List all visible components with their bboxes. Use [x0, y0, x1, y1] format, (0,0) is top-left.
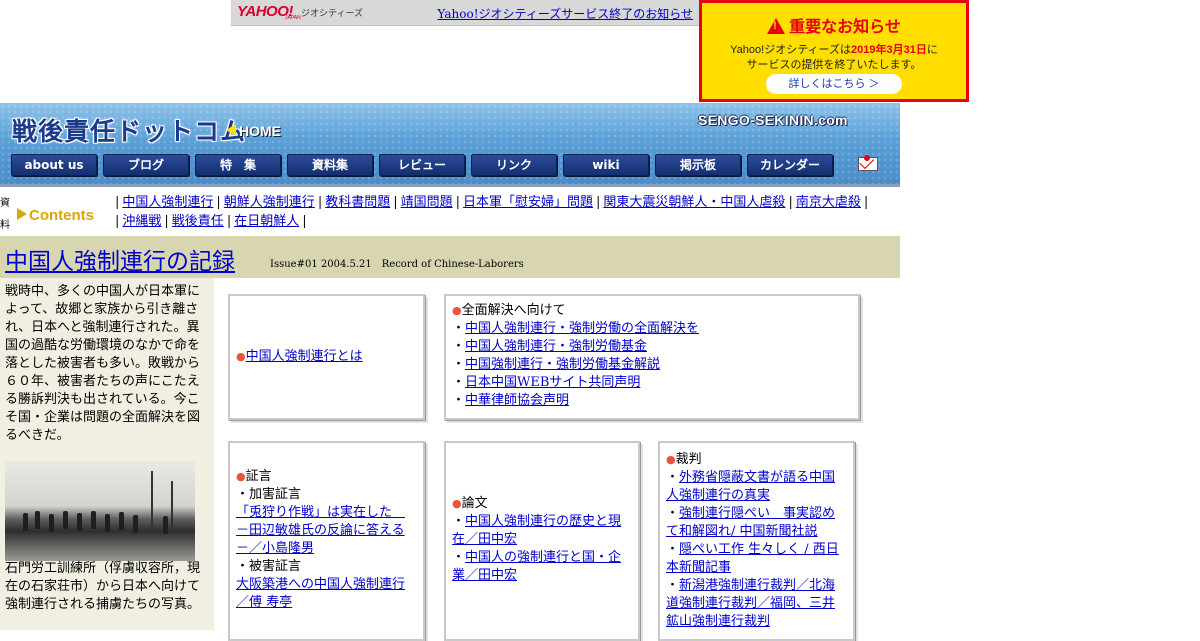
box-resolution: ●全面解決へ向けて ・中国人強制連行・強制労働の全面解決を ・中国人強制連行・強… [444, 294, 860, 420]
contents-link-korean-forced-labor[interactable]: 朝鮮人強制連行 [224, 195, 315, 210]
box-trials: ●裁判 ・外務省隠蔽文書が語る中国人強制連行の真実 ・強制連行隠ぺい 事実認めて… [658, 441, 855, 641]
mail-badge-dot [864, 155, 870, 161]
testimony-link[interactable]: 大阪築港への中国人強制連行／傅 寿亭 [236, 577, 405, 610]
papers-link[interactable]: 中国人強制連行の歴史と現在／田中宏 [452, 514, 621, 547]
nav-blog[interactable]: ブログ [103, 154, 189, 176]
notice-title: 重要なお知らせ [702, 13, 966, 37]
nav-wiki[interactable]: wiki [563, 154, 649, 176]
contents-link-chinese-forced-labor[interactable]: 中国人強制連行 [122, 195, 213, 210]
page-title[interactable]: 中国人強制連行の記録 [5, 242, 235, 276]
service-end-notice-link[interactable]: Yahoo!ジオシティーズサービス終了のお知らせ [437, 5, 693, 22]
papers-heading: 論文 [461, 496, 488, 511]
nav-links[interactable]: リンク [471, 154, 557, 176]
box-papers: ●論文 ・中国人強制連行の歴史と現在／田中宏 ・中国人の強制連行と国・企業／田中… [444, 441, 640, 641]
contents-link-zainichi[interactable]: 在日朝鮮人 [234, 214, 299, 229]
left-column: 戦時中、多くの中国人が日本軍によって、故郷と家族から引き離され、日本へと強制連行… [0, 278, 214, 630]
resolution-link[interactable]: 中国人強制連行・強制労働基金 [465, 339, 647, 354]
site-domain: SENGO-SEKININ.com [698, 112, 848, 128]
contents-link-okinawa[interactable]: 沖縄戦 [122, 214, 161, 229]
historical-photo [5, 461, 195, 561]
trials-link[interactable]: 隠ぺい工作 生々しく / 西日本新聞記事 [666, 542, 839, 575]
about-link[interactable]: 中国人強制連行とは [246, 349, 363, 364]
resolution-link[interactable]: 日本中国WEBサイト共同声明 [465, 375, 640, 390]
important-notice-banner[interactable]: 重要なお知らせ Yahoo!ジオシティーズは2019年3月31日に サービスの提… [699, 0, 969, 102]
notice-details-button[interactable]: 詳しくはこちら ＞ [766, 74, 902, 94]
resolution-link[interactable]: 中華律師協会声明 [465, 393, 569, 408]
contents-link-textbook[interactable]: 教科書問題 [325, 195, 390, 210]
nav-calendar[interactable]: カレンダー [747, 154, 833, 176]
nav-about-us[interactable]: about us [11, 154, 97, 176]
papers-link[interactable]: 中国人の強制連行と国・企業／田中宏 [452, 550, 621, 583]
intro-text: 戦時中、多くの中国人が日本軍によって、故郷と家族から引き離され、日本へと強制連行… [5, 284, 201, 443]
site-header: 戦後責任ドットコム HOME SENGO-SEKININ.com about u… [0, 103, 900, 184]
notice-end-date: 2019年3月31日 [851, 44, 927, 56]
arrow-right-icon [17, 208, 27, 220]
issue-info: Issue#01 2004.5.21 Record of Chinese-Lab… [270, 259, 524, 270]
testimony-sub-victim: 被害証言 [249, 559, 302, 574]
contents-heading: Contents [17, 207, 94, 224]
header-shadow [0, 184, 900, 187]
notice-body: Yahoo!ジオシティーズは2019年3月31日に サービスの提供を終了いたしま… [730, 44, 938, 71]
geocities-service-label: ジオシティーズ [301, 8, 364, 18]
box-testimony: ●証言 ・加害証言 「兎狩り作戦」は実在した －田辺敏雄氏の反論に答える－／小島… [228, 441, 425, 641]
resolution-link[interactable]: 中国人強制連行・強制労働の全面解決を [465, 321, 699, 336]
nav-review[interactable]: レビュー [379, 154, 465, 176]
box-about: ●中国人強制連行とは [228, 294, 425, 420]
photo-caption: 石門労工訓練所（俘虜収容所，現在の石家荘市）から日本へ向けて強制連行される捕虜た… [5, 561, 201, 612]
nav-bbs[interactable]: 掲示板 [655, 154, 741, 176]
title-band: 中国人強制連行の記録 Issue#01 2004.5.21 Record of … [0, 236, 900, 278]
bullet-dot-icon: ● [452, 497, 462, 510]
trials-heading: 裁判 [675, 452, 702, 467]
resolution-heading: 全面解決へ向けて [461, 303, 566, 318]
bullet-dot-icon: ● [236, 350, 246, 363]
contents-link-nanjing[interactable]: 南京大虐殺 [796, 195, 861, 210]
testimony-link[interactable]: 「兎狩り作戦」は実在した －田辺敏雄氏の反論に答える－／小島隆男 [236, 505, 405, 556]
contents-link-postwar-responsibility[interactable]: 戦後責任 [172, 214, 224, 229]
arrow-left-icon [226, 124, 236, 136]
nav-archive[interactable]: 資料集 [287, 154, 373, 176]
bullet-dot-icon: ● [236, 470, 246, 483]
nav-feature[interactable]: 特 集 [195, 154, 281, 176]
warning-icon [767, 18, 786, 34]
contents-link-kanto-massacre[interactable]: 関東大震災朝鮮人・中国人虐殺 [603, 195, 785, 210]
trials-link[interactable]: 外務省隠蔽文書が語る中国人強制連行の真実 [666, 470, 835, 503]
bullet-dot-icon: ● [452, 304, 462, 317]
testimony-sub-perpetrator: 加害証言 [249, 487, 302, 502]
contents-links: | 中国人強制連行 | 朝鮮人強制連行 | 教科書問題 | 靖国問題 | 日本軍「慰安婦」問題 | 関… [115, 195, 869, 229]
resolution-link[interactable]: 中国強制連行・強制労働基金解説 [465, 357, 660, 372]
site-logo[interactable]: 戦後責任ドットコム [12, 112, 246, 148]
contents-link-comfort-women[interactable]: 日本軍「慰安婦」問題 [463, 195, 593, 210]
bullet-dot-icon: ● [666, 453, 676, 466]
trials-link[interactable]: 強制連行隠ぺい 事実認めて和解図れ/ 中国新聞社説 [666, 506, 835, 539]
yahoo-logo-sub: JAPAN [285, 15, 301, 21]
contents-link-yasukuni[interactable]: 靖国問題 [401, 195, 453, 210]
yahoo-geocities-bar: YAHOO! JAPAN ジオシティーズ Yahoo!ジオシティーズサービス終了… [231, 0, 699, 26]
testimony-heading: 証言 [245, 469, 272, 484]
home-link[interactable]: HOME [226, 123, 281, 139]
trials-link[interactable]: 新潟港強制連行裁判／北海道強制連行裁判／福岡、三井鉱山強制連行裁判 [666, 578, 835, 629]
